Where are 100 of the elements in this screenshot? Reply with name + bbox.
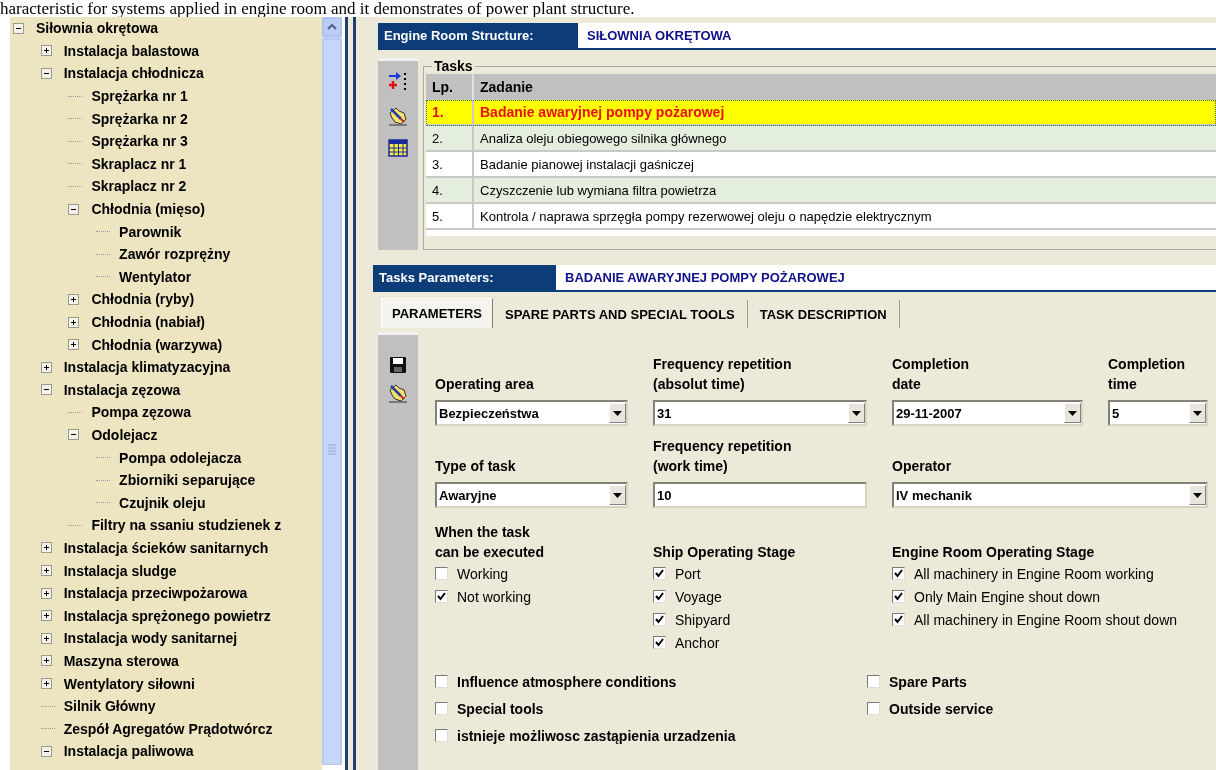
tree-item[interactable]: Sprężarka nr 2 bbox=[91, 110, 188, 127]
dropdown-button[interactable] bbox=[848, 403, 865, 423]
combo-box[interactable]: IV mechanik bbox=[892, 482, 1208, 508]
checkbox[interactable] bbox=[867, 702, 880, 715]
collapse-toggle[interactable] bbox=[13, 22, 24, 34]
tree-item[interactable]: Sprężarka nr 3 bbox=[91, 133, 188, 150]
expand-toggle[interactable] bbox=[68, 293, 80, 305]
tree-item[interactable]: Silnik Główny bbox=[63, 698, 156, 715]
checkbox[interactable] bbox=[435, 590, 448, 603]
table-row[interactable]: 5. Kontrola / naprawa sprzęgła pompy rezerwowej oleju o napędzie elektrycznym bbox=[426, 204, 1216, 230]
tree-item[interactable]: Siłownia okrętowa bbox=[36, 20, 159, 37]
checkbox[interactable] bbox=[435, 675, 448, 688]
tree-item[interactable]: Instalacja przeciwpożarowa bbox=[63, 585, 248, 602]
field-label: Completion time bbox=[1108, 355, 1186, 394]
tree-item[interactable]: Pompa zęzowa bbox=[91, 404, 191, 421]
tree-item[interactable]: Instalacja sprężonego powietrz bbox=[63, 607, 271, 624]
dropdown-button[interactable] bbox=[1189, 403, 1206, 423]
hand-pencil-icon[interactable] bbox=[387, 105, 409, 127]
checkbox-label: Anchor bbox=[675, 634, 720, 651]
column-header: Zadanie bbox=[479, 79, 533, 95]
collapse-toggle[interactable] bbox=[40, 68, 52, 79]
tree-item[interactable]: Parownik bbox=[119, 223, 182, 240]
checkbox[interactable] bbox=[435, 729, 448, 742]
expand-toggle[interactable] bbox=[40, 678, 52, 689]
tree-item[interactable]: Zbiorniki separujące bbox=[119, 472, 256, 489]
field-label: Frequency repetition (absolut time) bbox=[653, 355, 793, 394]
tree-item[interactable]: Skraplacz nr 2 bbox=[91, 178, 187, 195]
tree-item[interactable]: Instalacja chłodnicza bbox=[63, 65, 204, 82]
combo-box[interactable]: 29-11-2007 bbox=[892, 400, 1083, 426]
checkbox-label: Working bbox=[457, 565, 509, 582]
tree-item[interactable]: Odolejacz bbox=[91, 427, 158, 443]
tree-item[interactable]: Instalacja balastowa bbox=[63, 42, 200, 59]
checkbox[interactable] bbox=[653, 567, 666, 580]
tree-item[interactable]: Czujnik oleju bbox=[119, 494, 206, 511]
collapse-toggle[interactable] bbox=[68, 203, 80, 215]
table-row[interactable]: 2. Analiza oleju obiegowego silnika głównego bbox=[426, 126, 1216, 152]
checkbox[interactable] bbox=[892, 567, 905, 580]
collapse-toggle[interactable] bbox=[40, 384, 52, 396]
tab[interactable]: PARAMETERS bbox=[381, 298, 494, 328]
tree-item[interactable]: Chłodnia (nabiał) bbox=[91, 314, 205, 330]
tree-item[interactable]: Skraplacz nr 1 bbox=[91, 155, 187, 172]
save-icon[interactable] bbox=[389, 356, 407, 374]
tree-item[interactable]: Filtry na ssaniu studzienek z bbox=[91, 517, 282, 534]
expand-toggle[interactable] bbox=[40, 655, 52, 667]
dropdown-button[interactable] bbox=[1064, 403, 1081, 423]
combo-box[interactable]: Awaryjne bbox=[435, 482, 628, 508]
tree-item[interactable]: Sprężarka nr 1 bbox=[91, 88, 188, 105]
checkbox-label: Only Main Engine shout down bbox=[914, 588, 1100, 605]
expand-toggle[interactable] bbox=[40, 45, 52, 57]
dropdown-button[interactable] bbox=[609, 485, 626, 505]
tree-item[interactable]: Wentylator bbox=[119, 268, 192, 285]
tree-item[interactable]: Chłodnia (warzywa) bbox=[91, 336, 223, 353]
group-label: Tasks bbox=[433, 58, 474, 74]
checkbox[interactable] bbox=[892, 613, 905, 626]
checkbox[interactable] bbox=[867, 675, 880, 688]
checkbox[interactable] bbox=[653, 613, 666, 626]
hand-pencil-icon[interactable] bbox=[387, 382, 409, 404]
tree-item[interactable]: Chłodnia (mięso) bbox=[91, 201, 205, 218]
checkbox[interactable] bbox=[892, 590, 905, 603]
combo-box[interactable]: 5 bbox=[1108, 400, 1208, 426]
tree-item[interactable]: Pompa odolejacza bbox=[119, 449, 242, 466]
table-row[interactable]: 4. Czyszczenie lub wymiana filtra powietrza bbox=[426, 178, 1216, 204]
dropdown-button[interactable] bbox=[609, 403, 626, 423]
table-cell: 4. bbox=[426, 178, 474, 202]
expand-toggle[interactable] bbox=[40, 587, 52, 599]
tree-item[interactable]: Zawór rozprężny bbox=[119, 246, 231, 263]
tree-item[interactable]: Instalacja paliwowa bbox=[63, 743, 194, 760]
tree-item[interactable]: Instalacja ścieków sanitarnych bbox=[63, 539, 269, 556]
tree-item[interactable]: Instalacja sludge bbox=[63, 562, 177, 579]
tree-item[interactable]: Instalacja wody sanitarnej bbox=[63, 630, 238, 647]
expand-toggle[interactable] bbox=[68, 316, 80, 328]
field-label: Completion date bbox=[892, 355, 970, 394]
table-row[interactable]: 1. Badanie awaryjnej pompy pożarowej bbox=[426, 100, 1216, 126]
expand-toggle[interactable] bbox=[68, 339, 80, 351]
tree-item[interactable]: Maszyna sterowa bbox=[63, 652, 179, 669]
tree-item[interactable]: Chłodnia (ryby) bbox=[91, 291, 195, 308]
checkbox-label: Influence atmosphere conditions bbox=[457, 673, 677, 690]
expand-toggle[interactable] bbox=[40, 565, 52, 577]
collapse-toggle[interactable] bbox=[40, 745, 52, 757]
checkbox[interactable] bbox=[653, 636, 666, 649]
expand-toggle[interactable] bbox=[40, 542, 52, 554]
expand-toggle[interactable] bbox=[40, 632, 52, 644]
tree-item[interactable]: Instalacja klimatyzacyjna bbox=[63, 359, 231, 376]
tree-item[interactable]: Zespół Agregatów Prądotwórcz bbox=[63, 720, 273, 737]
arrow-plus-icon[interactable] bbox=[388, 71, 408, 93]
expand-toggle[interactable] bbox=[40, 610, 52, 622]
bar-label: Engine Room Structure: bbox=[383, 27, 535, 45]
combo-box[interactable]: 31 bbox=[653, 400, 867, 426]
input-field[interactable]: 10 bbox=[653, 482, 867, 508]
dropdown-button[interactable] bbox=[1189, 485, 1206, 505]
checkbox[interactable] bbox=[653, 590, 666, 603]
combo-box[interactable]: Bezpieczeństwa bbox=[435, 400, 628, 426]
checkbox[interactable] bbox=[435, 702, 448, 715]
collapse-toggle[interactable] bbox=[68, 429, 80, 441]
tree-item[interactable]: Wentylatory siłowni bbox=[63, 675, 195, 692]
table-icon[interactable] bbox=[388, 139, 408, 157]
scrollbar[interactable] bbox=[322, 17, 342, 765]
tree-item[interactable]: Instalacja zęzowa bbox=[63, 381, 181, 398]
expand-toggle[interactable] bbox=[40, 361, 52, 373]
checkbox[interactable] bbox=[435, 567, 448, 580]
